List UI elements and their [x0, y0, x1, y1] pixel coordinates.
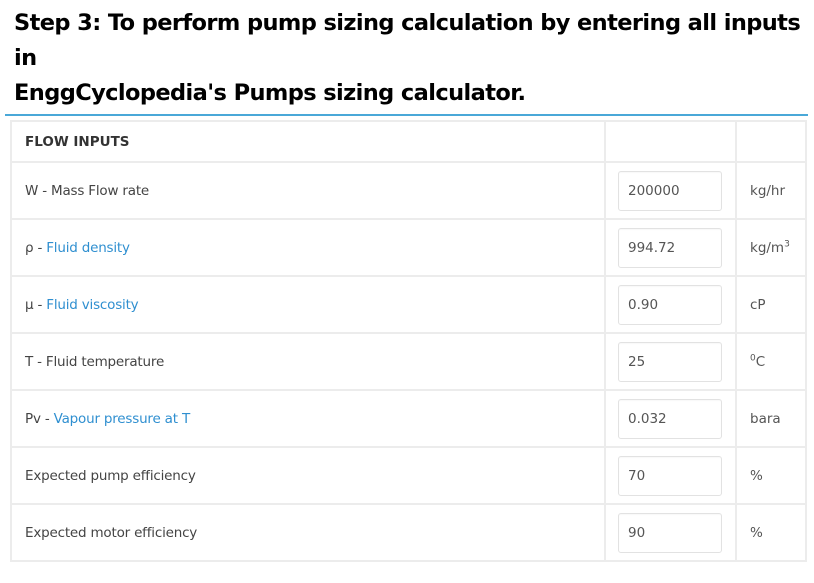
row-unit-cell: cP [735, 275, 807, 334]
step-heading: Step 3: To perform pump sizing calculati… [14, 6, 809, 111]
vapour-pressure-input[interactable] [618, 398, 722, 439]
step-heading-line-1: Step 3: To perform pump sizing calculati… [14, 10, 801, 71]
pump-efficiency-input[interactable] [618, 455, 722, 496]
row-unit-cell: kg/hr [735, 161, 807, 220]
row-symbol: μ - [25, 296, 47, 313]
fluid-temperature-input[interactable] [618, 341, 722, 382]
row-unit: % [750, 467, 763, 484]
row-unit-cell: % [735, 503, 807, 562]
row-input-cell [604, 332, 737, 391]
fluid-density-input[interactable] [618, 227, 722, 268]
motor-efficiency-input[interactable] [618, 512, 722, 553]
row-symbol: W - [25, 182, 52, 199]
row-unit-cell: kg/m3 [735, 218, 807, 277]
row-unit-superscript: 3 [784, 239, 790, 249]
row-symbol: Pv - [25, 410, 54, 427]
section-header-cell: FLOW INPUTS [10, 120, 606, 163]
row-label-cell: W - Mass Flow rate [10, 161, 606, 220]
row-label-cell: Expected motor efficiency [10, 503, 606, 562]
row-label: Expected pump efficiency [25, 467, 196, 484]
row-label: Mass Flow rate [51, 182, 150, 199]
section-header-empty-input-cell [604, 120, 737, 163]
vapour-pressure-link[interactable]: Vapour pressure at T [54, 411, 191, 427]
fluid-viscosity-link[interactable]: Fluid viscosity [46, 297, 138, 313]
row-label: Expected motor efficiency [25, 524, 198, 541]
row-unit: kg/m [750, 239, 785, 256]
row-label: Fluid temperature [45, 353, 165, 370]
input-row-motor-efficiency: Expected motor efficiency % [10, 503, 807, 562]
fluid-density-link[interactable]: Fluid density [46, 240, 130, 256]
row-label-cell: μ - Fluid viscosity [10, 275, 606, 334]
row-label-cell: Pv - Vapour pressure at T [10, 389, 606, 448]
section-header-empty-unit-cell [735, 120, 807, 163]
row-unit-cell: % [735, 446, 807, 505]
section-title: FLOW INPUTS [25, 133, 130, 150]
mass-flow-rate-input[interactable] [618, 170, 722, 211]
row-label-cell: T - Fluid temperature [10, 332, 606, 391]
row-input-cell [604, 446, 737, 505]
row-label-cell: ρ - Fluid density [10, 218, 606, 277]
row-input-cell [604, 389, 737, 448]
row-input-cell [604, 161, 737, 220]
row-unit: kg/hr [750, 182, 786, 199]
row-input-cell [604, 503, 737, 562]
row-input-cell [604, 218, 737, 277]
input-row-fluid-viscosity: μ - Fluid viscosity cP [10, 275, 807, 334]
row-unit: bara [750, 410, 781, 427]
row-input-cell [604, 275, 737, 334]
input-row-fluid-density: ρ - Fluid density kg/m3 [10, 218, 807, 277]
step-heading-line-2: EnggCyclopedia's Pumps sizing calculator… [14, 80, 526, 106]
row-unit: cP [750, 296, 766, 313]
row-unit-cell: 0C [735, 332, 807, 391]
row-unit: % [750, 524, 763, 541]
row-symbol: T - [25, 353, 46, 370]
section-header-row: FLOW INPUTS [10, 120, 807, 163]
fluid-viscosity-input[interactable] [618, 284, 722, 325]
section-divider [5, 114, 808, 116]
input-row-pump-efficiency: Expected pump efficiency % [10, 446, 807, 505]
row-symbol: ρ - [25, 239, 47, 256]
input-row-vapour-pressure: Pv - Vapour pressure at T bara [10, 389, 807, 448]
input-row-fluid-temperature: T - Fluid temperature 0C [10, 332, 807, 391]
row-unit: C [755, 353, 766, 370]
row-unit-cell: bara [735, 389, 807, 448]
row-label-cell: Expected pump efficiency [10, 446, 606, 505]
flow-inputs-table: FLOW INPUTS W - Mass Flow rate kg/hr ρ -… [10, 120, 807, 562]
input-row-mass-flow-rate: W - Mass Flow rate kg/hr [10, 161, 807, 220]
